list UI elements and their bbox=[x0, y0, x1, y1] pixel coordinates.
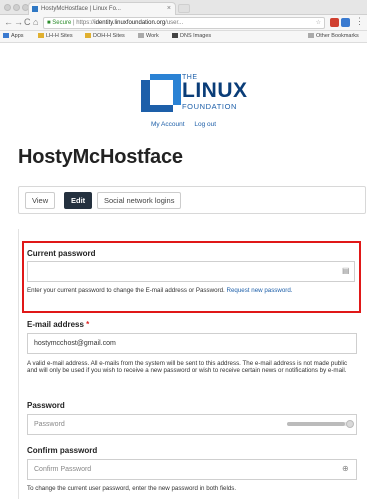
folder-icon bbox=[38, 33, 44, 38]
lock-icon: ■ bbox=[47, 20, 51, 26]
tab-close-icon[interactable]: × bbox=[167, 3, 171, 15]
x-icon bbox=[172, 33, 178, 38]
tab-social-network-logins[interactable]: Social network logins bbox=[97, 192, 182, 209]
tab-edit[interactable]: Edit bbox=[64, 192, 93, 209]
new-tab-button[interactable] bbox=[178, 4, 190, 13]
tab-favicon-icon bbox=[32, 6, 38, 12]
bookmark-item[interactable]: LH-H Sites bbox=[38, 31, 73, 42]
my-account-link[interactable]: My Account bbox=[151, 121, 185, 128]
tab-title: HostyMcHostface | Linux Fo... bbox=[41, 6, 121, 12]
folder-icon bbox=[85, 33, 91, 38]
extension-icon[interactable] bbox=[330, 18, 339, 27]
confirm-password-help: To change the current user password, ent… bbox=[27, 485, 237, 492]
bookmark-star-icon[interactable]: ☆ bbox=[316, 18, 321, 28]
password-strength-knob bbox=[346, 420, 354, 428]
bookmarks-bar: Apps LH-H Sites DOH-H Sites Work DNS Ima… bbox=[0, 31, 367, 43]
linux-foundation-mark-icon bbox=[141, 74, 181, 112]
folder-icon bbox=[308, 33, 314, 38]
browser-tab[interactable]: HostyMcHostface | Linux Fo... × bbox=[28, 2, 176, 15]
email-input[interactable]: hostymcchost@gmail.com bbox=[27, 333, 357, 354]
bookmark-item[interactable]: DNS Images bbox=[172, 31, 211, 42]
current-password-input[interactable] bbox=[27, 261, 355, 282]
password-strength-fill bbox=[287, 422, 345, 426]
logo-linux-text: LINUX bbox=[182, 79, 248, 102]
user-links: My Account Log out bbox=[0, 121, 367, 128]
bookmark-item[interactable]: Other Bookmarks bbox=[308, 31, 359, 42]
key-icon: ▤ bbox=[342, 266, 350, 275]
folder-icon bbox=[138, 33, 144, 38]
bookmark-item[interactable]: DOH-H Sites bbox=[85, 31, 125, 42]
reload-icon[interactable]: C bbox=[24, 17, 31, 27]
confirm-password-input[interactable]: Confirm Password bbox=[27, 459, 357, 480]
browser-titlebar: HostyMcHostface | Linux Fo... × bbox=[0, 0, 367, 15]
page-title: HostyMcHostface bbox=[18, 146, 183, 168]
window-close-icon[interactable] bbox=[4, 4, 11, 11]
browser-toolbar: ← → C ⌂ ■ Secure | https://identity.linu… bbox=[0, 15, 367, 31]
confirm-password-label: Confirm password bbox=[27, 446, 98, 455]
home-icon[interactable]: ⌂ bbox=[33, 17, 38, 27]
bookmark-item[interactable]: Work bbox=[138, 31, 159, 42]
current-password-help: Enter your current password to change th… bbox=[27, 287, 357, 294]
logo-foundation-text: FOUNDATION bbox=[182, 102, 238, 111]
address-bar[interactable]: ■ Secure | https://identity.linuxfoundat… bbox=[43, 17, 325, 29]
email-label: E-mail address * bbox=[27, 320, 90, 329]
tab-view[interactable]: View bbox=[25, 192, 56, 209]
logout-link[interactable]: Log out bbox=[194, 121, 216, 128]
url-prefix: https:// bbox=[76, 20, 95, 26]
secure-label: Secure bbox=[52, 20, 72, 26]
current-password-help-text: Enter your current password to change th… bbox=[27, 287, 225, 294]
extension-icon[interactable] bbox=[341, 18, 350, 27]
check-circle-icon: ⊕ bbox=[342, 464, 349, 473]
browser-menu-icon[interactable]: ⋮ bbox=[355, 16, 364, 27]
window-minimize-icon[interactable] bbox=[13, 4, 20, 11]
password-strength-bar bbox=[287, 422, 351, 426]
bookmark-item[interactable]: Apps bbox=[3, 31, 24, 42]
required-marker: * bbox=[86, 320, 90, 329]
url-host: identity.linuxfoundation.org bbox=[94, 20, 166, 26]
back-icon[interactable]: ← bbox=[4, 17, 13, 27]
email-help: A valid e-mail address. All e-mails from… bbox=[27, 360, 348, 375]
url-path: /user... bbox=[165, 20, 184, 26]
forward-icon[interactable]: → bbox=[14, 17, 23, 27]
apps-icon bbox=[3, 33, 9, 38]
request-new-password-link[interactable]: Request new password. bbox=[226, 287, 292, 294]
tab-bar: View Edit Social network logins bbox=[18, 186, 366, 214]
password-label: Password bbox=[27, 401, 65, 410]
current-password-label: Current password bbox=[27, 249, 96, 258]
